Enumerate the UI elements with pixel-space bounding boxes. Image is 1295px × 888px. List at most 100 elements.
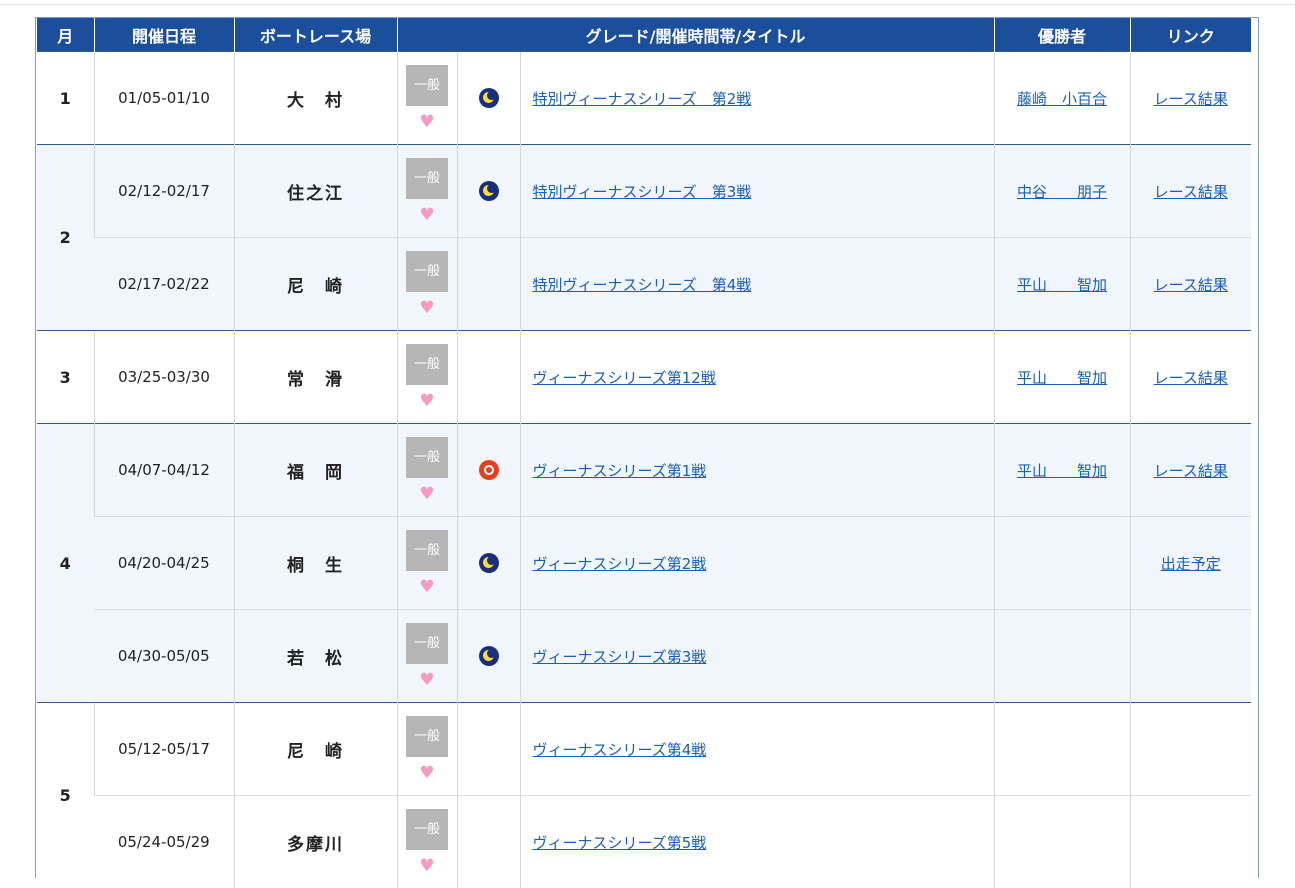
race-title-link[interactable]: 特別ヴィーナスシリーズ 第2戦: [533, 90, 752, 108]
time-slot-cell: [457, 145, 520, 238]
month-cell: 1: [37, 52, 94, 145]
heart-icon: ♥: [398, 299, 457, 317]
race-result-link[interactable]: レース結果: [1154, 276, 1228, 294]
heart-icon: ♥: [398, 857, 457, 875]
date-range: 02/17-02/22: [94, 238, 234, 331]
title-cell: ヴィーナスシリーズ第5戦: [520, 796, 994, 888]
month-cell: 2: [37, 145, 94, 331]
winner-link[interactable]: 平山 智加: [1017, 369, 1107, 387]
race-title-link[interactable]: ヴィーナスシリーズ第12戦: [533, 369, 716, 387]
link-cell: 出走予定: [1130, 517, 1251, 610]
grade-cell: 一般 ♥: [397, 517, 457, 610]
grade-badge: 一般: [406, 530, 448, 571]
link-cell: レース結果: [1130, 52, 1251, 145]
schedule-body: 101/05-01/10大 村一般♥特別ヴィーナスシリーズ 第2戦藤崎 小百合レ…: [37, 52, 1251, 888]
winner-link[interactable]: 平山 智加: [1017, 276, 1107, 294]
race-result-link[interactable]: レース結果: [1154, 462, 1228, 480]
time-slot-cell: [457, 517, 520, 610]
link-cell: レース結果: [1130, 424, 1251, 517]
table-row: 101/05-01/10大 村一般♥特別ヴィーナスシリーズ 第2戦藤崎 小百合レ…: [37, 52, 1251, 145]
nighter-moon-icon: [479, 181, 499, 201]
grade-badge: 一般: [406, 716, 448, 757]
venue-name: 大 村: [234, 52, 397, 145]
time-slot-cell: [457, 703, 520, 796]
header-link: リンク: [1130, 18, 1251, 52]
month-cell: 3: [37, 331, 94, 424]
link-cell: レース結果: [1130, 145, 1251, 238]
table-header-row: 月 開催日程 ボートレース場 グレード/開催時間帯/タイトル 優勝者 リンク: [37, 18, 1251, 52]
title-cell: ヴィーナスシリーズ第2戦: [520, 517, 994, 610]
grade-badge: 一般: [406, 158, 448, 199]
race-result-link[interactable]: レース結果: [1154, 90, 1228, 108]
title-cell: ヴィーナスシリーズ第4戦: [520, 703, 994, 796]
header-dates: 開催日程: [94, 18, 234, 52]
winner-cell: 平山 智加: [994, 424, 1130, 517]
table-row: 04/30-05/05若 松一般♥ヴィーナスシリーズ第3戦: [37, 610, 1251, 703]
title-cell: ヴィーナスシリーズ第1戦: [520, 424, 994, 517]
heart-icon: ♥: [398, 764, 457, 782]
table-row: 505/12-05/17尼 崎一般♥ヴィーナスシリーズ第4戦: [37, 703, 1251, 796]
date-range: 02/12-02/17: [94, 145, 234, 238]
grade-cell: 一般♥: [397, 331, 457, 424]
heart-icon: ♥: [398, 113, 457, 131]
winner-cell: 平山 智加: [994, 331, 1130, 424]
heart-icon: ♥: [398, 578, 457, 596]
venue-name: 常 滑: [234, 331, 397, 424]
winner-cell: [994, 703, 1130, 796]
top-divider: [0, 4, 1295, 5]
race-title-link[interactable]: ヴィーナスシリーズ第1戦: [533, 462, 707, 480]
table-row: 303/25-03/30常 滑一般♥ ヴィーナスシリーズ第12戦 平山 智加 レース結…: [37, 331, 1251, 424]
race-title-link[interactable]: ヴィーナスシリーズ第4戦: [533, 741, 707, 759]
winner-cell: 中谷 朋子: [994, 145, 1130, 238]
link-cell: レース結果: [1130, 331, 1251, 424]
nighter-moon-icon: [479, 88, 499, 108]
grade-badge: 一般: [406, 623, 448, 664]
race-title-link[interactable]: ヴィーナスシリーズ第3戦: [533, 648, 707, 666]
heart-icon: ♥: [398, 671, 457, 689]
date-range: 05/12-05/17: [94, 703, 234, 796]
link-cell: レース結果: [1130, 238, 1251, 331]
date-range: 04/30-05/05: [94, 610, 234, 703]
time-slot-cell: [457, 796, 520, 888]
table-row: 04/20-04/25桐 生一般♥ヴィーナスシリーズ第2戦出走予定: [37, 517, 1251, 610]
race-result-link[interactable]: レース結果: [1154, 183, 1228, 201]
winner-link[interactable]: 中谷 朋子: [1017, 183, 1107, 201]
race-title-link[interactable]: 特別ヴィーナスシリーズ 第4戦: [533, 276, 752, 294]
venue-name: 福 岡: [234, 424, 397, 517]
table-row: 404/07-04/12福 岡一般♥ヴィーナスシリーズ第1戦平山 智加レース結果: [37, 424, 1251, 517]
grade-badge: 一般: [406, 251, 448, 292]
winner-link[interactable]: 藤崎 小百合: [1017, 90, 1107, 108]
time-slot-cell: [457, 331, 520, 424]
race-result-link[interactable]: レース結果: [1154, 369, 1228, 387]
header-month: 月: [37, 18, 94, 52]
venus-schedule-table: 月 開催日程 ボートレース場 グレード/開催時間帯/タイトル 優勝者 リンク 1…: [37, 18, 1251, 888]
date-range: 03/25-03/30: [94, 331, 234, 424]
date-range: 04/07-04/12: [94, 424, 234, 517]
winner-cell: 藤崎 小百合: [994, 52, 1130, 145]
heart-icon: ♥: [398, 485, 457, 503]
grade-badge: 一般: [406, 344, 448, 385]
venue-name: 桐 生: [234, 517, 397, 610]
race-result-link[interactable]: 出走予定: [1161, 555, 1221, 573]
time-slot-cell: [457, 238, 520, 331]
title-cell: 特別ヴィーナスシリーズ 第3戦: [520, 145, 994, 238]
winner-cell: [994, 610, 1130, 703]
grade-cell: 一般 ♥: [397, 238, 457, 331]
link-cell: [1130, 703, 1251, 796]
table-row: 202/12-02/17住之江一般♥特別ヴィーナスシリーズ 第3戦中谷 朋子レー…: [37, 145, 1251, 238]
winner-cell: 平山 智加: [994, 238, 1130, 331]
morning-sun-icon: [479, 460, 499, 480]
time-slot-cell: [457, 52, 520, 145]
grade-badge: 一般: [406, 809, 448, 850]
race-title-link[interactable]: 特別ヴィーナスシリーズ 第3戦: [533, 183, 752, 201]
winner-link[interactable]: 平山 智加: [1017, 462, 1107, 480]
link-cell: [1130, 610, 1251, 703]
date-range: 01/05-01/10: [94, 52, 234, 145]
grade-cell: 一般 ♥: [397, 703, 457, 796]
venue-name: 多摩川: [234, 796, 397, 888]
race-title-link[interactable]: ヴィーナスシリーズ第5戦: [533, 834, 707, 852]
title-cell: 特別ヴィーナスシリーズ 第4戦: [520, 238, 994, 331]
grade-cell: 一般♥: [397, 145, 457, 238]
title-cell: ヴィーナスシリーズ第12戦: [520, 331, 994, 424]
race-title-link[interactable]: ヴィーナスシリーズ第2戦: [533, 555, 707, 573]
